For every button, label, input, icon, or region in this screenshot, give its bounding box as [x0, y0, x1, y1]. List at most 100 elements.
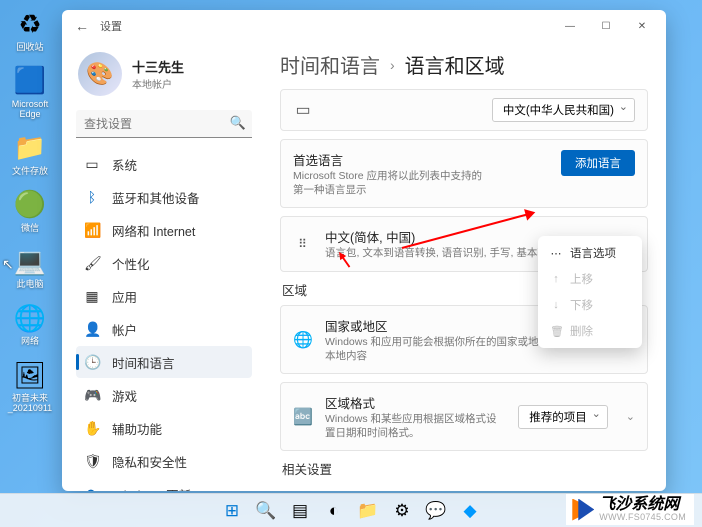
- desktop-icon-6[interactable]: 🖼初音未来_20210911: [4, 357, 56, 414]
- nav-label: 游戏: [112, 386, 137, 405]
- desktop-glyph: 🟢: [12, 187, 48, 223]
- add-language-button[interactable]: 添加语言: [561, 150, 635, 176]
- nav-item-0[interactable]: ▭ 系统: [76, 148, 252, 180]
- chevron-down-icon: ⌄: [626, 410, 635, 423]
- nav: ▭ 系统 ᛒ 蓝牙和其他设备 📶网络和 Internet 🖌 个性化 ▦ 应用 👤帐户🕒时间和语言…: [76, 148, 252, 491]
- nav-item-3[interactable]: 🖌 个性化: [76, 247, 252, 279]
- display-language-card: ▭ 中文(中华人民共和国): [280, 89, 648, 131]
- desktop-label: 网络: [21, 337, 39, 347]
- nav-icon: ▭: [84, 156, 100, 173]
- nav-label: 系统: [112, 155, 137, 174]
- nav-label: 个性化: [112, 254, 150, 273]
- desktop-label: 此电脑: [16, 280, 43, 290]
- context-menu-item-3: 🗑删除: [542, 318, 638, 344]
- nav-icon: ⟳: [84, 486, 100, 492]
- context-menu-icon: 🗑: [550, 325, 562, 338]
- nav-label: Windows 更新: [112, 485, 191, 492]
- desktop-label: 初音未来_20210911: [4, 394, 56, 414]
- nav-icon: ✋: [84, 420, 100, 437]
- display-language-dropdown[interactable]: 中文(中华人民共和国): [492, 98, 635, 122]
- nav-item-4[interactable]: ▦ 应用: [76, 280, 252, 312]
- nav-icon: 🖌: [84, 255, 100, 272]
- context-menu-icon: ↑: [550, 273, 562, 285]
- nav-item-6[interactable]: 🕒时间和语言: [76, 346, 252, 378]
- nav-icon: 🎮: [84, 387, 100, 404]
- wechat-taskbar-icon[interactable]: 💬: [421, 496, 451, 526]
- breadcrumb-current: 语言和区域: [405, 50, 505, 79]
- widgets-icon[interactable]: ◐: [319, 496, 349, 526]
- watermark: 飞沙系统网 WWW.FS0745.COM: [566, 494, 694, 525]
- explorer-icon[interactable]: 📁: [353, 496, 383, 526]
- context-menu-label: 下移: [570, 297, 593, 313]
- display-icon: ▭: [293, 100, 313, 120]
- drag-handle-icon[interactable]: ⠿: [293, 237, 313, 251]
- nav-label: 网络和 Internet: [112, 221, 195, 240]
- app-taskbar-icon[interactable]: ◆: [455, 496, 485, 526]
- start-button[interactable]: ⊞: [217, 496, 247, 526]
- nav-label: 蓝牙和其他设备: [112, 188, 200, 207]
- regional-format-card[interactable]: 🔤 区域格式 Windows 和某些应用根据区域格式设置日期和时间格式。 推荐的…: [280, 382, 648, 451]
- preferred-title: 首选语言: [293, 150, 483, 169]
- desktop-icon-5[interactable]: 🌐网络: [4, 300, 56, 347]
- user-account-type: 本地帐户: [132, 76, 184, 91]
- nav-icon: 🛡: [84, 453, 100, 470]
- desktop-glyph: ♻: [12, 6, 48, 42]
- context-menu-label: 语言选项: [570, 245, 616, 261]
- desktop-icon-4[interactable]: 💻此电脑: [4, 243, 56, 290]
- watermark-url: WWW.FS0745.COM: [599, 513, 686, 522]
- desktop: ♻回收站 🟦Microsoft Edge 📁文件存放 🟢微信 💻此电脑 🌐网络 🖼初音未来_…: [0, 0, 60, 527]
- nav-item-2[interactable]: 📶网络和 Internet: [76, 214, 252, 246]
- desktop-glyph: 📁: [12, 130, 48, 166]
- nav-item-8[interactable]: ✋辅助功能: [76, 412, 252, 444]
- desktop-glyph: 🖼: [12, 357, 48, 393]
- nav-item-5[interactable]: 👤帐户: [76, 313, 252, 345]
- preferred-language-card: 首选语言 Microsoft Store 应用将以此列表中支持的第一种语言显示 …: [280, 139, 648, 208]
- minimize-button[interactable]: —: [552, 12, 588, 40]
- preferred-desc: Microsoft Store 应用将以此列表中支持的第一种语言显示: [293, 170, 483, 197]
- sidebar: 🎨 十三先生 本地帐户 🔍 ▭系统ᛒ蓝牙和其他设备📶网络和 Internet🖌个…: [62, 42, 262, 491]
- settings-taskbar-icon[interactable]: ⚙: [387, 496, 417, 526]
- main-content: 时间和语言 › 语言和区域 ▭ 中文(中华人民共和国) 首选语言 Microso…: [262, 42, 666, 491]
- desktop-icon-0[interactable]: ♻回收站: [4, 6, 56, 53]
- watermark-text: 飞沙系统网: [599, 497, 686, 513]
- nav-item-1[interactable]: ᛒ 蓝牙和其他设备: [76, 181, 252, 213]
- profile[interactable]: 🎨 十三先生 本地帐户: [76, 48, 252, 110]
- desktop-glyph: 💻: [12, 243, 48, 279]
- settings-window: ← 设置 — ☐ ✕ 🎨 十三先生 本地帐户 🔍 ▭系统ᛒ蓝牙和其他设备📶网络和…: [62, 10, 666, 491]
- nav-label: 应用: [112, 287, 137, 306]
- format-title: 区域格式: [325, 393, 506, 412]
- breadcrumb-parent[interactable]: 时间和语言: [280, 50, 380, 79]
- back-button[interactable]: ←: [68, 12, 96, 40]
- desktop-glyph: 🟦: [12, 63, 48, 99]
- context-menu-icon: ↓: [550, 299, 562, 311]
- context-menu-item-2: ↓ 下移: [542, 292, 638, 318]
- user-name: 十三先生: [132, 57, 184, 76]
- desktop-icon-3[interactable]: 🟢微信: [4, 187, 56, 234]
- desktop-icon-2[interactable]: 📁文件存放: [4, 130, 56, 177]
- format-dropdown[interactable]: 推荐的项目: [518, 405, 608, 429]
- format-desc: Windows 和某些应用根据区域格式设置日期和时间格式。: [325, 413, 506, 440]
- taskbar-search-icon[interactable]: 🔍: [251, 496, 281, 526]
- maximize-button[interactable]: ☐: [588, 12, 624, 40]
- nav-icon: ᛒ: [84, 189, 100, 205]
- nav-icon: ▦: [84, 288, 100, 305]
- window-controls: — ☐ ✕: [552, 12, 660, 40]
- close-button[interactable]: ✕: [624, 12, 660, 40]
- globe-icon: 🌐: [293, 330, 313, 350]
- nav-label: 帐户: [112, 320, 137, 339]
- desktop-glyph: 🌐: [12, 300, 48, 336]
- search-input[interactable]: [76, 110, 252, 138]
- related-settings-header: 相关设置: [282, 459, 648, 478]
- desktop-icon-1[interactable]: 🟦Microsoft Edge: [4, 63, 56, 120]
- breadcrumb: 时间和语言 › 语言和区域: [280, 50, 648, 79]
- task-view-icon[interactable]: ▤: [285, 496, 315, 526]
- nav-item-10[interactable]: ⟳ Windows 更新: [76, 478, 252, 491]
- desktop-label: 回收站: [16, 43, 43, 53]
- nav-item-9[interactable]: 🛡隐私和安全性: [76, 445, 252, 477]
- nav-item-7[interactable]: 🎮 游戏: [76, 379, 252, 411]
- context-menu-icon: ⋯: [550, 247, 562, 260]
- desktop-label: 文件存放: [12, 167, 48, 177]
- nav-icon: 🕒: [84, 354, 100, 371]
- context-menu-item-0[interactable]: ⋯ 语言选项: [542, 240, 638, 266]
- titlebar: ← 设置 — ☐ ✕: [62, 10, 666, 42]
